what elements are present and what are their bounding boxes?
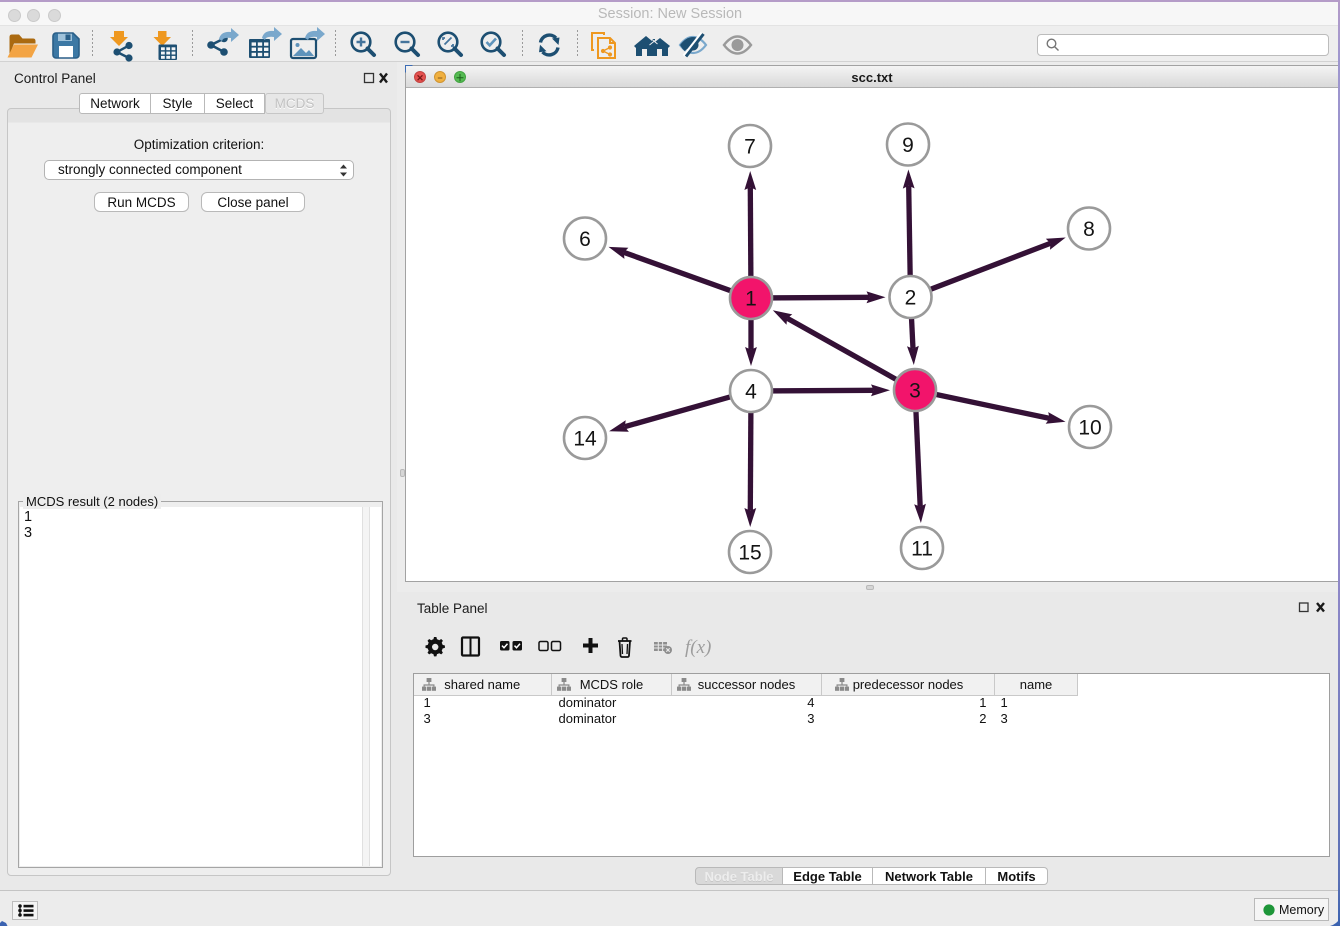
svg-text:10: 10: [1078, 417, 1101, 440]
svg-text:11: 11: [911, 538, 933, 561]
svg-text:9: 9: [902, 134, 914, 157]
svg-text:4: 4: [745, 381, 757, 404]
svg-text:8: 8: [1083, 218, 1095, 241]
svg-text:6: 6: [579, 228, 591, 251]
svg-text:1: 1: [745, 288, 757, 311]
svg-text:7: 7: [744, 136, 756, 159]
svg-text:3: 3: [909, 380, 921, 403]
svg-text:15: 15: [738, 542, 761, 565]
svg-text:2: 2: [905, 287, 917, 310]
svg-text:f(x): f(x): [685, 637, 711, 658]
svg-text:14: 14: [573, 428, 597, 451]
